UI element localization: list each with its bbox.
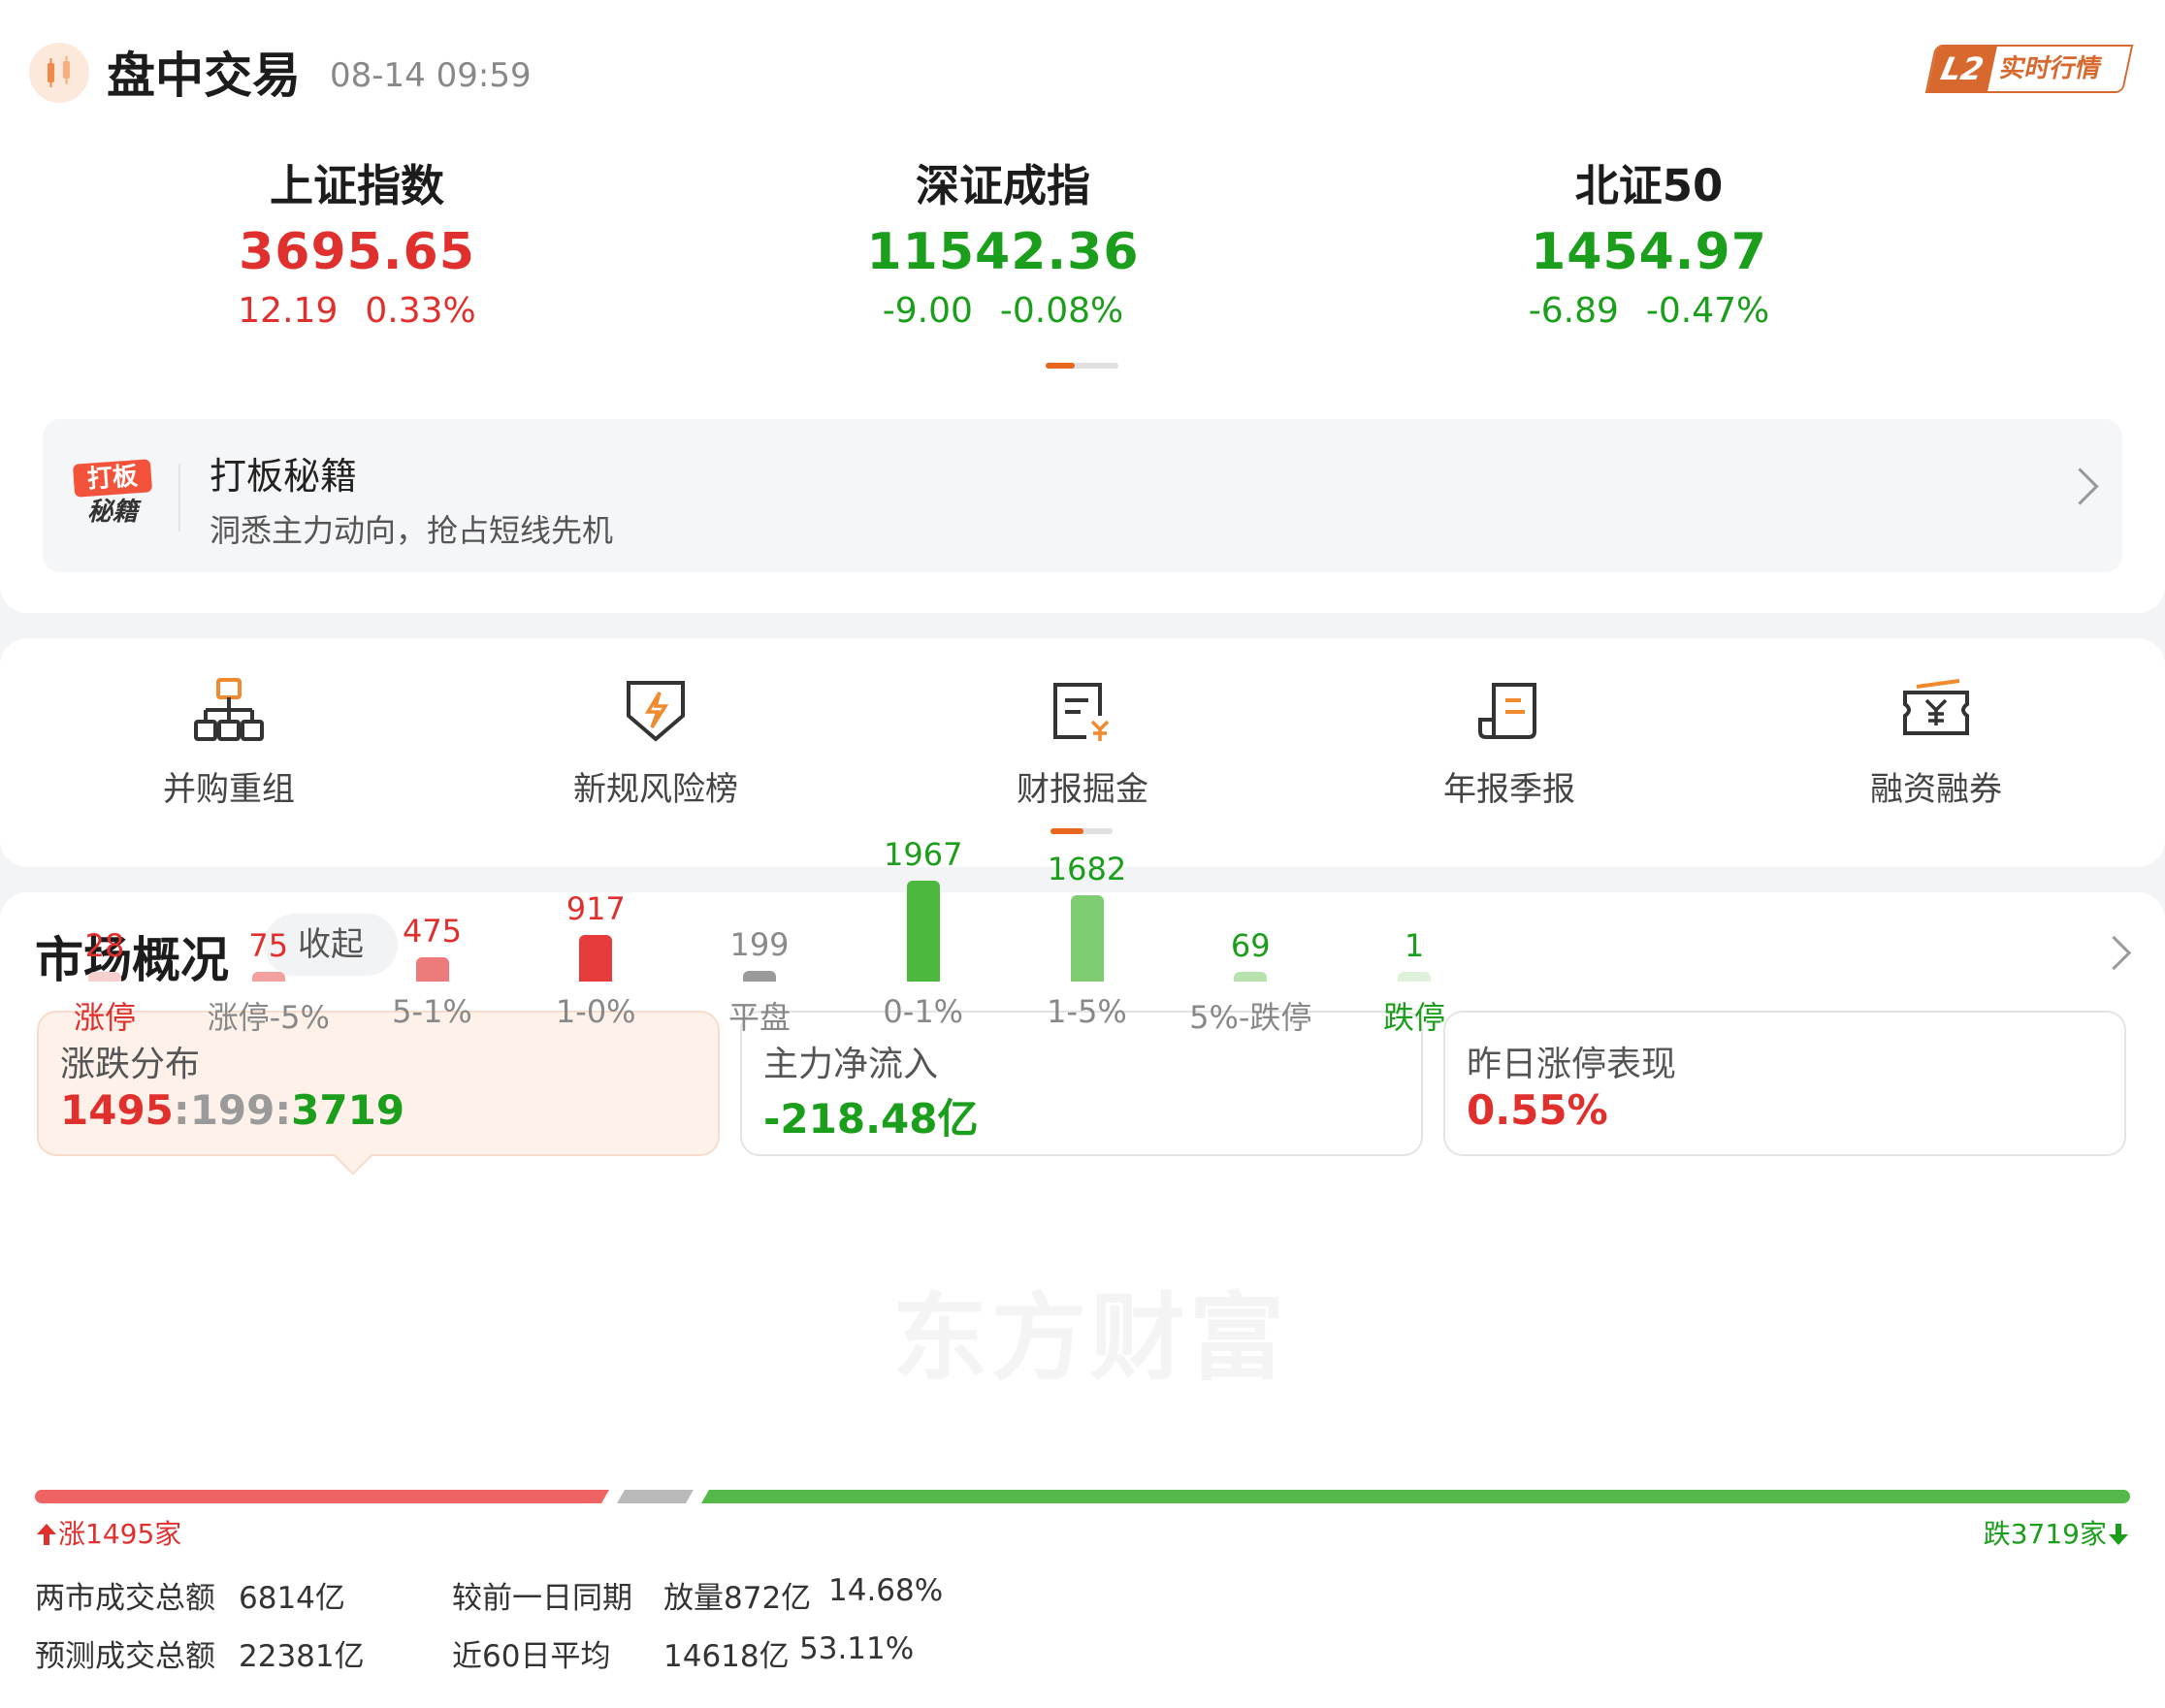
page-title: 盘中交易 (107, 48, 301, 104)
shortcut-margin[interactable]: 融资融券 (1791, 677, 2082, 810)
dist-bar-fill (88, 972, 121, 982)
dist-bar-fill (743, 971, 776, 982)
shortcut-risk-list[interactable]: 新规风险榜 (510, 677, 801, 810)
avg60-value: 14618亿 (663, 1639, 790, 1674)
promo-banner[interactable]: 打板 秘籍 打板秘籍 洞悉主力动向，抢占短线先机 (43, 419, 2122, 572)
turnover-label: 两市成交总额 (35, 1581, 215, 1616)
index-value: 11542.36 (866, 223, 1140, 281)
shortcut-earnings[interactable]: 财报掘金 (937, 677, 1228, 810)
ratio-up-segment (35, 1490, 609, 1503)
forecast-label: 预测成交总额 (35, 1639, 215, 1674)
ratio-flat-segment (617, 1490, 694, 1503)
avg60-label: 近60日平均 (452, 1639, 611, 1674)
dist-bar-category: 跌停 (1382, 999, 1445, 1036)
down-count-note: 跌3719家 (1984, 1513, 2130, 1552)
shield-lightning-icon (627, 681, 685, 742)
shortcut-label: 财报掘金 (1017, 770, 1148, 809)
index-change: 12.19 (238, 291, 339, 331)
up-count-note: 涨1495家 (35, 1513, 181, 1552)
shortcut-label: 新规风险榜 (573, 770, 738, 809)
chevron-right-icon (2061, 467, 2099, 505)
ticket-yuan-icon (1903, 679, 1969, 735)
index-pct: -0.08% (999, 291, 1124, 331)
index-value: 1454.97 (1531, 223, 1767, 281)
index-name: 北证50 (1574, 160, 1724, 211)
org-chart-icon (194, 678, 264, 741)
promo-subtitle: 洞悉主力动向，抢占短线先机 (210, 512, 614, 549)
turnover-compare-value: 放量872亿 (663, 1581, 812, 1616)
ratio-bar (35, 1490, 2130, 1503)
turnover-compare-pct: 14.68% (828, 1573, 944, 1608)
index-page-indicator (1046, 363, 1118, 369)
index-beijing50[interactable]: 北证50 1454.97 -6.89 -0.47% (1406, 157, 1891, 336)
index-change: -9.00 (882, 291, 973, 331)
index-name: 深证成指 (915, 160, 1090, 211)
shortcut-reports[interactable]: 年报季报 (1364, 677, 1655, 810)
dist-bar-fill (579, 935, 613, 982)
shortcut-card: 并购重组 新规风险榜 财报掘金 年报季报 融资融券 (0, 638, 2165, 867)
l2-label: L2 (1927, 47, 1997, 91)
arrow-down-icon (2109, 1524, 2128, 1545)
dist-bar-fill (906, 881, 940, 982)
dist-bar-8[interactable]: 1 跌停 (1317, 892, 1511, 1708)
index-pct: 0.33% (365, 291, 476, 331)
shortcut-label: 年报季报 (1443, 770, 1575, 809)
scroll-doc-icon (1478, 683, 1536, 739)
report-yuan-icon (1053, 683, 1110, 741)
dist-bar-fill (1070, 895, 1104, 982)
market-overview-card: 市场概况 收起 涨跌分布 1495:199:3719 主力净流入 -218.48… (0, 836, 2165, 1708)
shortcut-label: 融资融券 (1870, 770, 2002, 809)
index-shenzhen[interactable]: 深证成指 11542.36 -9.00 -0.08% (760, 157, 1245, 336)
dist-bar-value: 1 (1404, 927, 1425, 964)
header-card: 盘中交易 08-14 09:59 L2 实时行情 上证指数 3695.65 12… (0, 0, 2165, 613)
turnover-value: 6814亿 (239, 1581, 345, 1616)
shortcut-page-indicator (1050, 828, 1113, 834)
forecast-value: 22381亿 (239, 1639, 365, 1674)
ratio-down-segment (701, 1490, 2130, 1503)
avg60-pct: 53.11% (799, 1631, 915, 1666)
promo-logo-icon: 打板 秘籍 (72, 459, 153, 539)
turnover-compare-label: 较前一日同期 (452, 1581, 632, 1616)
dist-bar-fill (1398, 972, 1431, 982)
arrow-up-icon (37, 1524, 56, 1545)
dist-bar-value: 1682 (1047, 851, 1127, 887)
index-shanghai[interactable]: 上证指数 3695.65 12.19 0.33% (114, 157, 599, 336)
realtime-label: 实时行情 (1996, 54, 2105, 83)
index-name: 上证指数 (269, 160, 444, 211)
shortcut-label: 并购重组 (163, 770, 295, 809)
dist-bar-fill (1234, 972, 1268, 982)
index-change: -6.89 (1528, 291, 1619, 331)
l2-realtime-badge[interactable]: L2 实时行情 (1924, 45, 2134, 93)
index-pct: -0.47% (1645, 291, 1770, 331)
divider (178, 464, 180, 532)
dist-bar-fill (251, 972, 285, 982)
index-value: 3695.65 (239, 223, 475, 281)
timestamp: 08-14 09:59 (330, 56, 532, 95)
candlestick-logo-icon (29, 43, 89, 103)
shortcut-merger[interactable]: 并购重组 (83, 677, 374, 810)
promo-title: 打板秘籍 (210, 455, 358, 498)
dist-bar-fill (415, 957, 449, 982)
